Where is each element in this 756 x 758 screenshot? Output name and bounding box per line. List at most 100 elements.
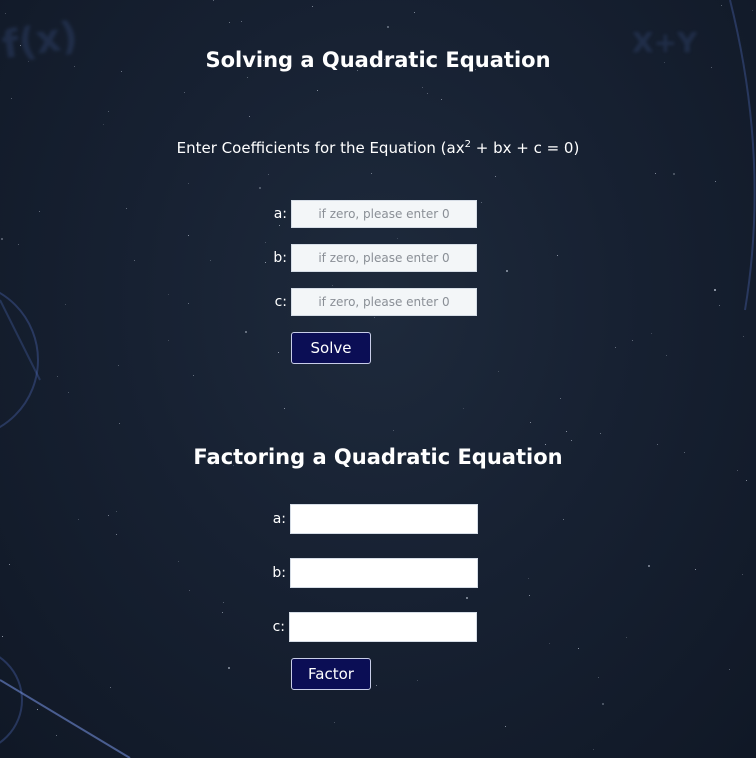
- star-decoration: [463, 408, 464, 409]
- star-decoration: [39, 211, 40, 212]
- star-decoration: [528, 578, 529, 579]
- star-decoration: [729, 669, 730, 670]
- factor-input-c[interactable]: [289, 612, 477, 642]
- star-decoration: [229, 22, 230, 23]
- star-decoration: [560, 398, 561, 399]
- star-decoration: [598, 677, 599, 678]
- star-decoration: [506, 270, 508, 272]
- star-decoration: [20, 45, 21, 46]
- star-decoration: [742, 574, 743, 575]
- factor-input-a[interactable]: [290, 504, 478, 534]
- star-decoration: [719, 305, 720, 306]
- star-decoration: [193, 375, 194, 376]
- star-decoration: [268, 174, 269, 175]
- star-decoration: [737, 470, 738, 471]
- star-decoration: [498, 371, 499, 372]
- solve-label-c: c:: [274, 294, 287, 310]
- factor-button[interactable]: Factor: [291, 658, 371, 690]
- solve-input-b[interactable]: [291, 244, 477, 272]
- star-decoration: [223, 602, 224, 603]
- star-decoration: [563, 519, 564, 520]
- star-decoration: [2, 636, 3, 637]
- star-decoration: [108, 515, 109, 516]
- star-decoration: [247, 77, 248, 78]
- star-decoration: [571, 440, 572, 441]
- star-decoration: [265, 262, 266, 263]
- solve-input-a[interactable]: [291, 200, 477, 228]
- star-decoration: [312, 6, 313, 7]
- solve-label-a: a:: [273, 206, 287, 222]
- star-decoration: [241, 21, 242, 22]
- star-decoration: [279, 225, 280, 226]
- star-decoration: [721, 5, 722, 6]
- solve-section-title: Solving a Quadratic Equation: [205, 48, 551, 72]
- factor-input-b[interactable]: [290, 558, 478, 588]
- star-decoration: [578, 648, 579, 649]
- factor-label-c: c:: [272, 619, 285, 635]
- star-decoration: [278, 352, 279, 353]
- star-decoration: [259, 187, 261, 189]
- star-decoration: [188, 303, 189, 304]
- star-decoration: [715, 181, 716, 182]
- factor-label-a: a:: [272, 511, 286, 527]
- star-decoration: [9, 564, 10, 565]
- star-decoration: [110, 687, 111, 688]
- star-decoration: [397, 238, 398, 239]
- star-decoration: [374, 317, 375, 318]
- solve-label-b: b:: [273, 250, 287, 266]
- star-decoration: [317, 90, 318, 91]
- star-decoration: [178, 561, 179, 562]
- star-decoration: [188, 235, 189, 236]
- star-decoration: [37, 709, 38, 710]
- star-decoration: [746, 480, 747, 481]
- star-decoration: [417, 680, 418, 681]
- star-decoration: [593, 749, 594, 750]
- star-decoration: [188, 183, 189, 184]
- star-decoration: [371, 173, 372, 174]
- star-decoration: [602, 703, 604, 705]
- star-decoration: [332, 285, 333, 286]
- star-decoration: [666, 355, 667, 356]
- star-decoration: [168, 294, 169, 295]
- star-decoration: [265, 242, 266, 243]
- star-decoration: [108, 111, 109, 112]
- star-decoration: [5, 13, 6, 14]
- star-decoration: [18, 244, 19, 245]
- star-decoration: [495, 176, 496, 177]
- star-decoration: [103, 124, 104, 125]
- star-decoration: [249, 116, 250, 117]
- star-decoration: [481, 202, 482, 203]
- star-decoration: [119, 423, 120, 424]
- star-decoration: [387, 26, 389, 28]
- star-decoration: [189, 590, 190, 591]
- star-decoration: [213, 0, 214, 1]
- star-decoration: [530, 422, 531, 423]
- star-decoration: [427, 93, 428, 94]
- star-decoration: [118, 365, 119, 366]
- star-decoration: [648, 565, 650, 567]
- solve-instructions: Enter Coefficients for the Equation (ax2…: [0, 139, 756, 157]
- decor-lines: [0, 0, 756, 758]
- starfield-background: f(x) X+Y: [0, 0, 756, 758]
- star-decoration: [632, 340, 633, 341]
- star-decoration: [393, 430, 394, 431]
- star-decoration: [714, 289, 716, 291]
- factor-label-b: b:: [272, 565, 286, 581]
- star-decoration: [134, 260, 135, 261]
- solve-input-c[interactable]: [291, 288, 477, 316]
- solve-button[interactable]: Solve: [291, 332, 371, 364]
- star-decoration: [529, 595, 530, 596]
- star-decoration: [414, 12, 415, 13]
- star-decoration: [222, 612, 223, 613]
- star-decoration: [65, 304, 66, 305]
- star-decoration: [505, 726, 506, 727]
- star-decoration: [743, 336, 744, 337]
- star-decoration: [466, 597, 468, 599]
- star-decoration: [284, 408, 285, 409]
- star-decoration: [422, 87, 423, 88]
- star-decoration: [245, 331, 247, 333]
- star-decoration: [334, 722, 335, 723]
- star-decoration: [566, 431, 567, 432]
- star-decoration: [1, 238, 3, 240]
- star-decoration: [615, 347, 616, 348]
